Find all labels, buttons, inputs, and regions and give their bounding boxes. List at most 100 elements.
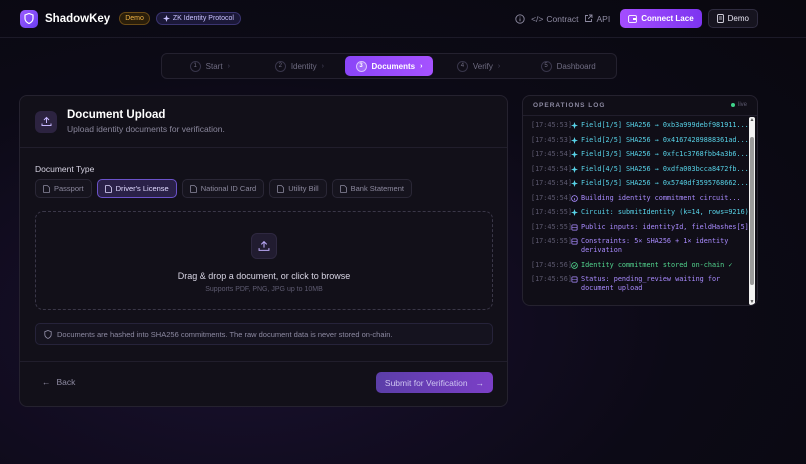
ops-log-entries: [17:45:53] Field[1/5] SHA256 → 0xb3a999de… — [523, 117, 751, 305]
log-timestamp: [17:45:56] — [531, 260, 572, 269]
file-icon — [104, 184, 112, 193]
log-message: Building identity commitment circuit... — [581, 193, 741, 202]
hashing-info-notice: Documents are hashed into SHA256 commitm… — [35, 323, 493, 345]
doc-type-label: National ID Card — [200, 184, 257, 193]
dropzone-subtitle: Supports PDF, PNG, JPG up to 10MB — [205, 285, 323, 293]
sparkle-icon — [571, 165, 581, 174]
live-label: live — [737, 102, 747, 108]
step-number: 3 — [355, 60, 367, 72]
step-number: 2 — [274, 60, 286, 72]
info-icon — [515, 13, 525, 24]
back-button[interactable]: ← Back — [42, 377, 75, 387]
log-message: Field[1/5] SHA256 → 0xb3a999debf981911..… — [581, 121, 749, 129]
log-timestamp: [17:45:54] — [531, 150, 572, 158]
chevron-right-icon: › — [227, 62, 230, 70]
log-entry: [17:45:55] Constraints: 5× SHA256 + 1× id… — [531, 237, 751, 255]
step-verify[interactable]: 4 Verify › — [435, 56, 523, 76]
step-label: Dashboard — [556, 61, 596, 71]
log-entry: [17:45:54] Building identity commitment c… — [531, 194, 751, 203]
code-icon: </> — [531, 13, 544, 24]
info-icon — [571, 194, 581, 203]
file-dropzone[interactable]: Drag & drop a document, or click to brow… — [35, 211, 493, 310]
log-entry: [17:45:54] Field[3/5] SHA256 → 0xfc1c3768… — [531, 150, 751, 159]
log-message: Field[5/5] SHA256 → 0x5740df3595768662..… — [581, 179, 749, 187]
log-entry: [17:45:54] Field[4/5] SHA256 → 0xdfa003bc… — [531, 165, 751, 174]
shield-logo-icon — [20, 9, 38, 28]
doc-type-label: Passport — [54, 184, 84, 193]
step-documents[interactable]: 3 Documents › — [345, 56, 433, 76]
step-label: Documents — [371, 61, 416, 71]
log-message: Field[3/5] SHA256 → 0xfc1c3768fbb4a3b6..… — [581, 150, 749, 158]
upload-icon — [251, 232, 277, 259]
sparkle-icon — [571, 208, 581, 217]
step-label: Start — [205, 61, 223, 71]
log-message: Identity commitment stored on-chain ✓ — [581, 260, 733, 269]
api-link[interactable]: API — [584, 14, 610, 24]
doc-type-national-id[interactable]: National ID Card — [181, 179, 265, 198]
log-scrollbar[interactable]: ▲ ▼ — [749, 117, 755, 305]
page-title: Document Upload — [67, 109, 166, 121]
sparkle-icon — [571, 121, 581, 130]
contract-link[interactable]: </> Contract — [531, 14, 578, 24]
log-entry: [17:45:54] Field[5/5] SHA256 → 0x5740df35… — [531, 179, 751, 188]
step-label: Verify — [472, 61, 493, 71]
scroll-thumb[interactable] — [750, 137, 754, 285]
page-subtitle: Upload identity documents for verificati… — [67, 124, 225, 134]
submit-button-label: Submit for Verification — [384, 377, 468, 388]
log-timestamp: [17:45:55] — [531, 237, 572, 245]
sparkle-icon — [162, 15, 170, 22]
log-timestamp: [17:45:54] — [531, 164, 572, 173]
database-icon — [571, 223, 581, 232]
sparkle-icon — [571, 179, 581, 188]
step-start[interactable]: 1 Start › — [166, 56, 254, 76]
card-header: Document Upload Upload identity document… — [20, 96, 507, 148]
live-indicator: live — [730, 102, 747, 108]
chevron-right-icon: › — [420, 62, 423, 70]
scroll-down-icon[interactable]: ▼ — [749, 299, 755, 305]
file-icon — [339, 184, 347, 193]
log-timestamp: [17:45:54] — [531, 193, 572, 202]
log-entry: [17:45:56] Identity commitment stored on-… — [531, 261, 751, 270]
upload-icon — [35, 110, 57, 133]
doc-type-label: Utility Bill — [288, 184, 319, 193]
log-message: Field[4/5] SHA256 → 0xdfa003bcca8472fb..… — [581, 164, 749, 173]
step-dashboard[interactable]: 5 Dashboard — [524, 56, 612, 76]
doc-type-drivers-license[interactable]: Driver's License — [96, 179, 177, 198]
contract-link-label: Contract — [546, 13, 579, 24]
wallet-icon — [628, 14, 638, 23]
demo-button[interactable]: Demo — [707, 9, 758, 28]
chevron-right-icon: › — [497, 62, 501, 70]
demo-badge: Demo — [119, 12, 150, 25]
doc-type-bank-statement[interactable]: Bank Statement — [331, 179, 412, 198]
demo-button-label: Demo — [727, 14, 749, 23]
log-message: Public inputs: identityId, fieldHashes[5… — [581, 222, 749, 231]
document-type-label: Document Type — [35, 164, 95, 174]
ops-log-title: OPERATIONS LOG — [533, 102, 606, 109]
log-timestamp: [17:45:53] — [531, 135, 572, 144]
doc-type-passport[interactable]: Passport — [35, 179, 92, 198]
doc-type-utility-bill[interactable]: Utility Bill — [269, 179, 327, 198]
footer-divider — [20, 361, 507, 362]
scroll-up-icon[interactable]: ▲ — [749, 117, 755, 123]
step-label: Identity — [290, 61, 317, 71]
connect-lace-button[interactable]: Connect Lace — [620, 9, 702, 28]
arrow-right-icon: → — [475, 377, 485, 388]
log-message: Circuit: submitIdentity (k=14, rows=9216… — [581, 208, 749, 216]
check-circle-icon — [571, 261, 581, 270]
step-number: 1 — [189, 60, 201, 72]
log-entry: [17:45:56] Status: pending_review waiting… — [531, 275, 751, 293]
step-number: 5 — [540, 60, 552, 72]
info-text: Documents are hashed into SHA256 commitm… — [57, 329, 393, 339]
info-button[interactable] — [515, 13, 525, 24]
protocol-badge-label: ZK Identity Protocol — [172, 15, 234, 22]
log-message: Status: pending_review waiting for docum… — [581, 275, 721, 292]
log-entry: [17:45:55] Circuit: submitIdentity (k=14,… — [531, 208, 751, 217]
step-identity[interactable]: 2 Identity › — [256, 56, 344, 76]
progress-stepper: 1 Start › 2 Identity › 3 Documents › 4 V… — [161, 53, 617, 79]
submit-verification-button[interactable]: Submit for Verification → — [376, 372, 493, 393]
operations-log-panel: OPERATIONS LOG live [17:45:53] Field[1/5]… — [522, 95, 758, 306]
protocol-badge: ZK Identity Protocol — [155, 12, 241, 25]
brand-name: ShadowKey — [45, 12, 111, 25]
log-entry: [17:45:55] Public inputs: identityId, fie… — [531, 223, 751, 232]
chevron-right-icon: › — [321, 62, 324, 70]
